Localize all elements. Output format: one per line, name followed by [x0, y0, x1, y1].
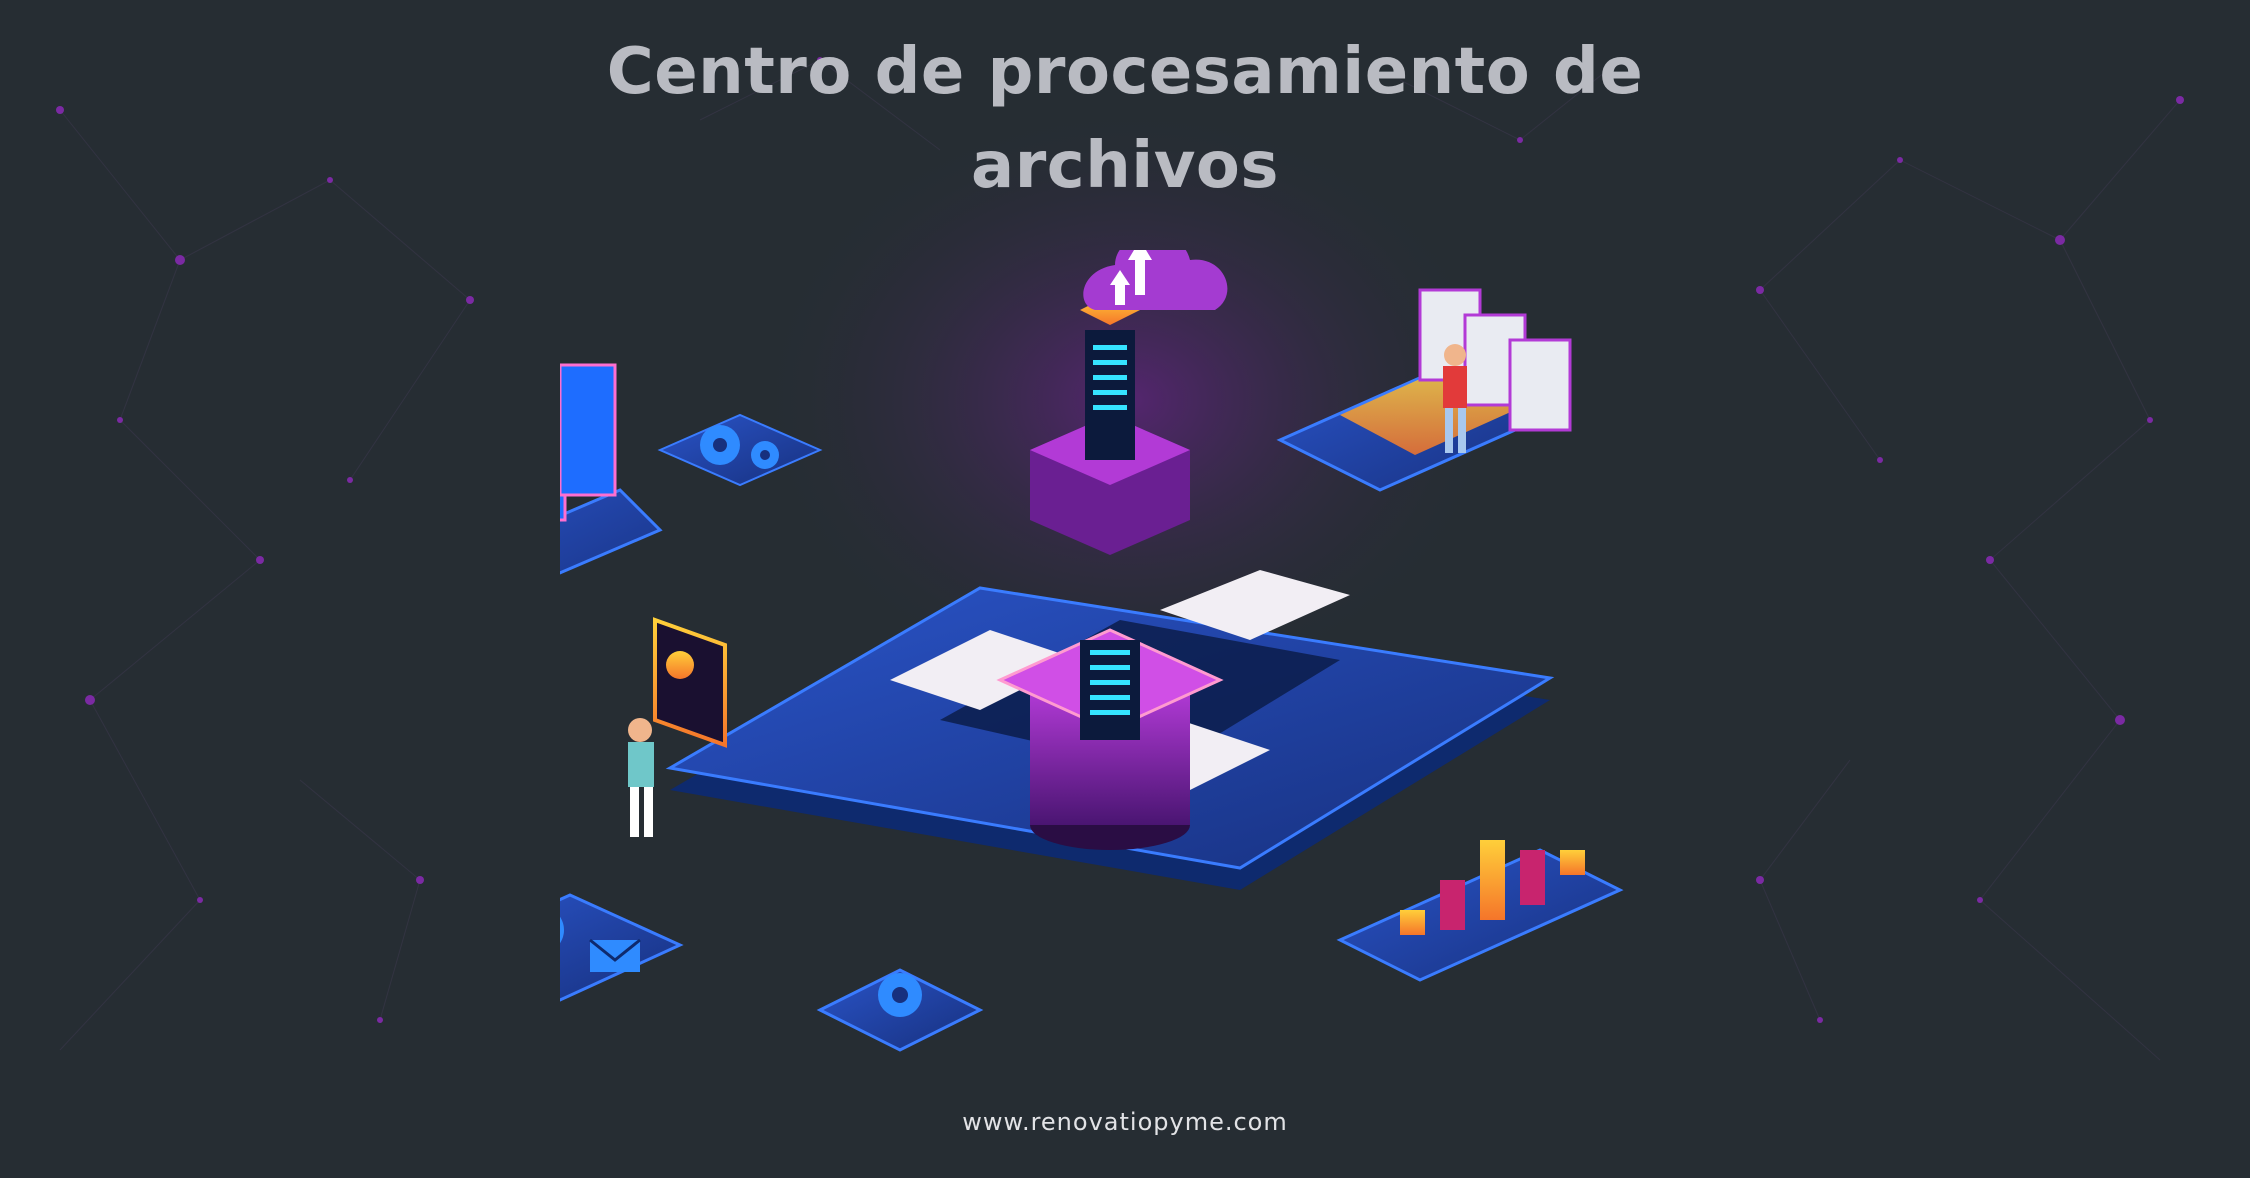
- cloud-upload-icon: [1083, 250, 1228, 310]
- bar-chart-icon: [1336, 840, 1624, 982]
- document-stack-icon: [560, 363, 663, 575]
- footer-url[interactable]: www.renovatiopyme.com: [0, 1108, 2250, 1136]
- monitor-icon: [653, 617, 727, 748]
- file-processing-illustration: @: [560, 250, 1624, 1052]
- person-figure: [628, 718, 654, 837]
- envelope-icon: [589, 938, 641, 972]
- page-title-line-1: Centro de procesamiento de: [606, 35, 1644, 109]
- gear-icon: [657, 413, 823, 487]
- server-rack-icon: [1276, 288, 1572, 492]
- server-tower: [996, 295, 1224, 850]
- page-title-line-2: archivos: [971, 129, 1279, 203]
- gear-icon: [816, 968, 984, 1052]
